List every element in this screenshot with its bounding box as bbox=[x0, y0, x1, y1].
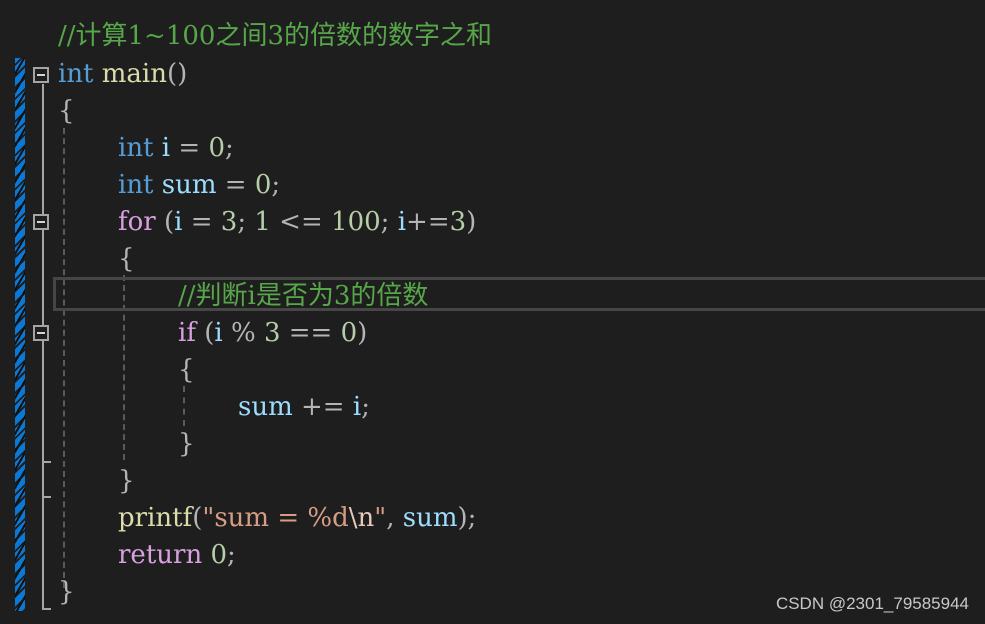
code-token: ( bbox=[192, 503, 203, 533]
code-line[interactable]: return 0; bbox=[118, 537, 236, 574]
code-line[interactable]: sum += i; bbox=[238, 389, 370, 426]
code-token: int bbox=[118, 170, 154, 200]
change-tracking-bar bbox=[15, 58, 25, 611]
code-line[interactable]: int i = 0; bbox=[118, 130, 234, 167]
code-line[interactable]: { bbox=[178, 352, 195, 389]
code-token: main bbox=[101, 59, 167, 89]
code-token: { bbox=[58, 96, 75, 126]
code-token: ( bbox=[155, 207, 175, 237]
code-token: " bbox=[374, 503, 387, 533]
fold-line-main bbox=[42, 84, 44, 610]
code-token: 3 bbox=[220, 207, 238, 237]
code-token: i bbox=[397, 207, 407, 237]
code-line[interactable]: //计算1~100之间3的倍数的数字之和 bbox=[58, 18, 492, 55]
code-line[interactable]: } bbox=[58, 574, 75, 611]
code-line[interactable]: for (i = 3; 1 <= 100; i+=3) bbox=[118, 204, 476, 241]
collapse-main-icon[interactable] bbox=[33, 67, 49, 83]
code-token: } bbox=[178, 429, 195, 459]
code-token: <= bbox=[270, 207, 332, 237]
code-token: ; bbox=[271, 170, 281, 200]
code-line[interactable]: printf("sum = %d\n", sum); bbox=[118, 500, 476, 537]
code-token: sum bbox=[402, 503, 458, 533]
code-token: += bbox=[292, 392, 353, 422]
code-token: () bbox=[167, 59, 188, 89]
code-token: i bbox=[214, 318, 223, 348]
code-token: 0 bbox=[208, 133, 225, 163]
code-token: ; bbox=[361, 392, 370, 422]
code-token: \n bbox=[348, 503, 375, 533]
code-token: 0 bbox=[340, 318, 358, 348]
code-token: "sum = %d bbox=[202, 503, 349, 533]
code-token: } bbox=[118, 466, 135, 496]
code-token: printf bbox=[118, 503, 193, 533]
indent-guide-1 bbox=[63, 128, 65, 588]
code-token: == bbox=[280, 318, 341, 348]
code-line[interactable]: int sum = 0; bbox=[118, 167, 280, 204]
code-token: i bbox=[352, 392, 362, 422]
code-token: ; bbox=[227, 540, 236, 570]
code-line[interactable]: } bbox=[178, 426, 195, 463]
code-token: 3 bbox=[449, 207, 467, 237]
code-token: ) bbox=[357, 318, 368, 348]
code-token: ) bbox=[466, 207, 477, 237]
fold-end-for bbox=[42, 496, 51, 498]
code-token: { bbox=[118, 244, 135, 274]
code-token: for bbox=[118, 207, 156, 237]
code-line[interactable]: int main() bbox=[58, 56, 187, 93]
code-token: ; bbox=[224, 133, 234, 163]
code-token: 100 bbox=[331, 207, 381, 237]
code-token: 1 bbox=[254, 207, 271, 237]
code-token: 3 bbox=[263, 318, 281, 348]
code-token: sum bbox=[161, 170, 217, 200]
code-token: += bbox=[406, 207, 450, 237]
code-token: //计算1~100之间3的倍数的数字之和 bbox=[58, 21, 493, 51]
code-token: ); bbox=[457, 503, 477, 533]
code-token: , bbox=[386, 503, 403, 533]
code-token: //判断i是否为3的倍数 bbox=[178, 281, 429, 311]
code-token: sum bbox=[238, 392, 293, 422]
code-token: ; bbox=[237, 207, 255, 237]
code-token: return bbox=[118, 540, 203, 570]
collapse-for-icon[interactable] bbox=[33, 214, 49, 230]
code-token: = bbox=[182, 207, 221, 237]
code-token: % bbox=[222, 318, 264, 348]
code-token: int bbox=[118, 133, 154, 163]
collapse-if-icon[interactable] bbox=[33, 325, 49, 341]
code-line[interactable]: //判断i是否为3的倍数 bbox=[178, 278, 428, 315]
code-token: 0 bbox=[254, 170, 272, 200]
code-token: ( bbox=[195, 318, 215, 348]
code-token: int bbox=[58, 59, 94, 89]
code-token: ; bbox=[380, 207, 398, 237]
code-token: = bbox=[216, 170, 255, 200]
code-line[interactable]: } bbox=[118, 463, 135, 500]
code-token: i bbox=[161, 133, 171, 163]
code-token: 0 bbox=[210, 540, 227, 570]
code-token: { bbox=[178, 355, 195, 385]
code-line[interactable]: if (i % 3 == 0) bbox=[178, 315, 367, 352]
watermark: CSDN @2301_79585944 bbox=[775, 594, 969, 613]
code-editor[interactable]: //计算1~100之间3的倍数的数字之和 int main(){int i = 0… bbox=[0, 0, 985, 624]
fold-end-main bbox=[42, 608, 51, 610]
code-token: = bbox=[170, 133, 209, 163]
code-token: } bbox=[58, 577, 75, 607]
code-token: if bbox=[178, 318, 196, 348]
indent-guide-3 bbox=[183, 386, 185, 426]
fold-end-if bbox=[42, 461, 51, 463]
code-line[interactable]: { bbox=[118, 241, 135, 278]
code-line[interactable]: { bbox=[58, 93, 75, 130]
